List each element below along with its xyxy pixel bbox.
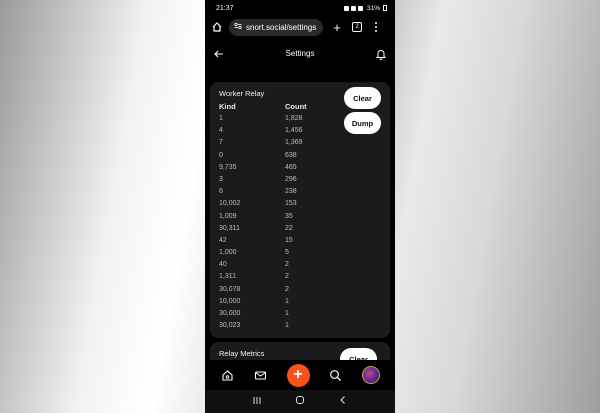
kind-cell: 0 — [219, 151, 223, 159]
count-cell: 153 — [285, 200, 297, 208]
system-home-icon[interactable] — [295, 395, 305, 408]
bottom-nav: + — [205, 360, 395, 390]
kind-cell: 1,009 — [219, 212, 237, 220]
table-row: 1,009 35 — [219, 213, 329, 225]
home-feed-icon[interactable] — [221, 368, 235, 382]
count-cell: 2 — [285, 261, 289, 269]
kind-cell: 42 — [219, 236, 227, 244]
count-cell: 2 — [285, 273, 289, 281]
kind-cell: 1,000 — [219, 249, 237, 257]
phone-screen: 21:37 31% snort.social/settings + 2 Sett… — [205, 0, 395, 413]
count-cell: 1,828 — [285, 115, 303, 122]
count-cell: 1,369 — [285, 139, 303, 147]
kind-cell: 30,023 — [219, 322, 241, 330]
kind-cell: 4 — [219, 127, 223, 135]
worker-relay-title: Worker Relay — [219, 89, 265, 98]
table-row: 4 1,456 — [219, 127, 329, 139]
clear-button[interactable]: Clear — [344, 87, 381, 109]
table-row: 10,002 153 — [219, 200, 329, 212]
kind-cell: 1,311 — [219, 273, 236, 281]
settings-content[interactable]: Worker Relay Clear Dump Kind Count 1 1,82… — [205, 68, 395, 360]
browser-toolbar: snort.social/settings + 2 — [205, 16, 395, 38]
count-cell: 22 — [285, 224, 293, 232]
table-row: 1,000 5 — [219, 249, 329, 261]
battery-percent: 31% — [366, 4, 380, 12]
kind-cell: 6 — [219, 188, 223, 196]
table-row: 7 1,369 — [219, 139, 329, 151]
kind-cell: 9,735 — [219, 163, 237, 171]
kind-count-table: 1 1,828 4 1,456 7 1,369 0 638 9,735 465 3 296 6 238 10… — [219, 115, 329, 334]
table-row: 1 1,828 — [219, 115, 329, 127]
kind-cell: 30,311 — [219, 224, 240, 232]
page-header: Settings — [205, 38, 395, 68]
page-title: Settings — [285, 48, 315, 58]
status-bar: 21:37 31% — [205, 0, 395, 16]
table-row: 1,311 2 — [219, 273, 329, 285]
count-cell: 1 — [285, 322, 289, 330]
wifi-icon — [350, 5, 356, 11]
notification-icon — [343, 5, 349, 11]
table-row: 6 238 — [219, 188, 329, 200]
table-row: 30,023 1 — [219, 322, 329, 334]
battery-icon — [383, 5, 387, 11]
menu-icon[interactable] — [374, 21, 378, 33]
table-row: 30,311 22 — [219, 225, 329, 237]
back-arrow-icon[interactable] — [213, 47, 225, 59]
relay-metrics-title: Relay Metrics — [219, 349, 265, 358]
system-back-icon[interactable] — [338, 395, 348, 408]
table-row: 0 638 — [219, 152, 329, 164]
kind-cell: 10,002 — [219, 200, 241, 208]
table-row: 30,078 2 — [219, 286, 329, 298]
bell-icon[interactable] — [375, 47, 387, 60]
url-bar[interactable]: snort.social/settings — [229, 18, 323, 36]
clear-metrics-button[interactable]: Clear — [340, 348, 377, 360]
kind-cell: 1 — [219, 115, 223, 122]
kind-cell: 7 — [219, 139, 223, 147]
table-row: 9,735 465 — [219, 164, 329, 176]
table-row: 42 15 — [219, 237, 329, 249]
site-settings-icon[interactable] — [234, 22, 242, 32]
home-icon[interactable] — [211, 21, 223, 33]
kind-cell: 30,078 — [219, 285, 241, 293]
search-icon[interactable] — [329, 368, 343, 382]
new-tab-icon[interactable]: + — [331, 20, 343, 35]
count-cell: 465 — [285, 163, 297, 171]
column-header-count: Count — [285, 102, 307, 111]
count-cell: 1 — [285, 310, 289, 317]
count-cell: 1,456 — [285, 127, 303, 135]
avatar[interactable] — [361, 366, 380, 384]
count-cell: 238 — [285, 188, 297, 196]
dump-button[interactable]: Dump — [344, 112, 381, 134]
signal-icon — [357, 5, 363, 11]
table-row: 30,000 1 — [219, 310, 329, 322]
kind-cell: 3 — [219, 175, 223, 183]
kind-cell: 10,000 — [219, 297, 241, 305]
mail-icon[interactable] — [254, 368, 268, 382]
tab-switcher-button[interactable]: 2 — [352, 22, 362, 32]
create-note-button[interactable]: + — [286, 363, 310, 387]
system-nav-bar — [205, 390, 395, 413]
count-cell: 638 — [285, 151, 297, 159]
worker-relay-card: Worker Relay Clear Dump Kind Count 1 1,82… — [210, 82, 390, 338]
table-row: 3 296 — [219, 176, 329, 188]
table-row: 40 2 — [219, 261, 329, 273]
relay-metrics-card: Relay Metrics Clear — [210, 342, 390, 360]
count-cell: 296 — [285, 175, 297, 183]
kind-cell: 40 — [219, 261, 227, 269]
count-cell: 15 — [285, 236, 293, 244]
count-cell: 35 — [285, 212, 293, 220]
url-text: snort.social/settings — [246, 22, 317, 32]
table-row: 10,000 1 — [219, 298, 329, 310]
kind-cell: 30,000 — [219, 310, 241, 317]
recents-icon[interactable] — [252, 396, 262, 408]
status-icons: 31% — [343, 4, 387, 12]
column-header-kind: Kind — [219, 102, 236, 111]
count-cell: 5 — [285, 249, 289, 257]
count-cell: 1 — [285, 297, 289, 305]
count-cell: 2 — [285, 285, 289, 293]
status-time: 21:37 — [216, 4, 234, 12]
